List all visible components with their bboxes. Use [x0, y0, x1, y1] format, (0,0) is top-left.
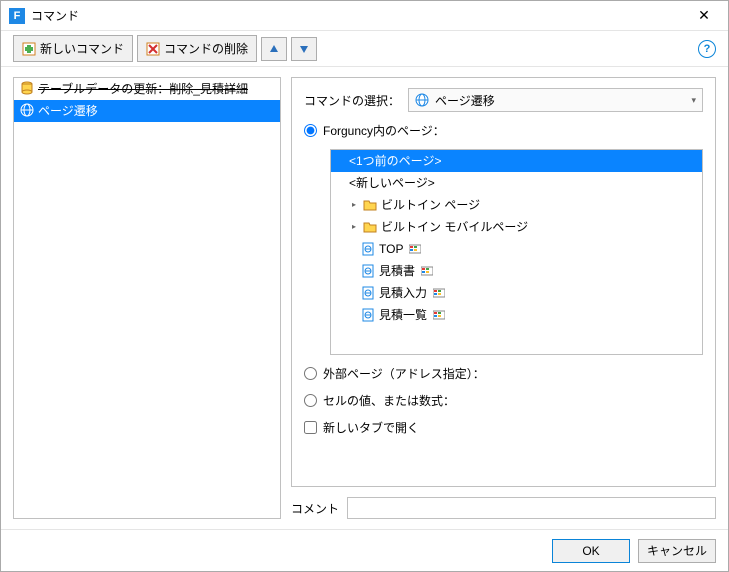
tree-item-label: 見積入力: [379, 285, 427, 301]
right-main: コマンドの選択： ページ遷移 ▾ Forguncy内のページ： <1つ前のページ…: [291, 77, 716, 487]
command-list-item-label: テーブルデータの更新：削除_見積詳細: [38, 82, 248, 96]
comment-input[interactable]: [347, 497, 716, 519]
globe-icon: [415, 93, 429, 107]
tree-item-label: <新しいページ>: [349, 175, 435, 191]
tree-item[interactable]: <新しいページ>: [331, 172, 702, 194]
grid-badge-icon: [421, 265, 433, 277]
tree-item-label: 見積一覧: [379, 307, 427, 323]
help-button[interactable]: ?: [698, 40, 716, 58]
command-select-label: コマンドの選択：: [304, 92, 400, 109]
forguncy-block: <1つ前のページ> <新しいページ> ▸ ビルトイン ページ ▸ ビルトイン モバイルペー…: [304, 149, 703, 355]
command-list-item[interactable]: ページ遷移: [14, 100, 280, 122]
move-down-button[interactable]: [291, 37, 317, 61]
radio-forguncy-label: Forguncy内のページ：: [323, 122, 445, 139]
new-command-label: 新しいコマンド: [40, 40, 124, 57]
tree-item-label: TOP: [379, 241, 403, 257]
command-list-item[interactable]: テーブルデータの更新：削除_見積詳細: [14, 78, 280, 100]
page-tree[interactable]: <1つ前のページ> <新しいページ> ▸ ビルトイン ページ ▸ ビルトイン モバイルペー…: [330, 149, 703, 355]
tree-item[interactable]: TOP: [331, 238, 702, 260]
cancel-button[interactable]: キャンセル: [638, 539, 716, 563]
tree-item[interactable]: 見積一覧: [331, 304, 702, 326]
folder-icon: [363, 220, 377, 234]
grid-badge-icon: [433, 287, 445, 299]
toolbar: 新しいコマンド コマンドの削除 ?: [1, 31, 728, 67]
radio-cell-input[interactable]: [304, 394, 317, 407]
tree-item[interactable]: 見積入力: [331, 282, 702, 304]
window-title: コマンド: [31, 7, 688, 24]
triangle-down-icon: [299, 44, 309, 54]
page-icon: [361, 264, 375, 278]
expander-icon[interactable]: ▸: [349, 197, 359, 213]
command-select-value: ページ遷移: [435, 92, 495, 109]
page-icon: [361, 286, 375, 300]
radio-external-page[interactable]: 外部ページ（アドレス指定）：: [304, 365, 703, 382]
radio-cell-label: セルの値、または数式：: [323, 392, 455, 409]
page-icon: [361, 242, 375, 256]
radio-forguncy-input[interactable]: [304, 124, 317, 137]
globe-icon: [20, 103, 34, 117]
expander-icon[interactable]: ▸: [349, 219, 359, 235]
titlebar: F コマンド ✕: [1, 1, 728, 31]
right-panel: コマンドの選択： ページ遷移 ▾ Forguncy内のページ： <1つ前のページ…: [291, 77, 716, 519]
radio-forguncy-page[interactable]: Forguncy内のページ：: [304, 122, 703, 139]
folder-icon: [363, 198, 377, 212]
radio-external-label: 外部ページ（アドレス指定）：: [323, 365, 485, 382]
chevron-down-icon: ▾: [691, 95, 696, 106]
tree-item[interactable]: <1つ前のページ>: [331, 150, 702, 172]
delete-command-button[interactable]: コマンドの削除: [137, 35, 257, 62]
delete-command-icon: [146, 42, 160, 56]
grid-badge-icon: [409, 243, 421, 255]
delete-command-label: コマンドの削除: [164, 40, 248, 57]
db-icon: [20, 81, 34, 95]
app-icon: F: [9, 8, 25, 24]
comment-row: コメント: [291, 497, 716, 519]
tree-item[interactable]: ▸ ビルトイン モバイルページ: [331, 216, 702, 238]
radio-external-input[interactable]: [304, 367, 317, 380]
ok-button[interactable]: OK: [552, 539, 630, 563]
dialog-body: テーブルデータの更新：削除_見積詳細ページ遷移 コマンドの選択： ページ遷移 ▾: [1, 67, 728, 529]
tree-item-label: ビルトイン モバイルページ: [381, 219, 528, 235]
tree-item-label: ビルトイン ページ: [381, 197, 480, 213]
tree-item-label: 見積書: [379, 263, 415, 279]
command-select-row: コマンドの選択： ページ遷移 ▾: [304, 88, 703, 112]
command-select[interactable]: ページ遷移 ▾: [408, 88, 703, 112]
tree-item[interactable]: 見積書: [331, 260, 702, 282]
page-icon: [361, 308, 375, 322]
comment-label: コメント: [291, 500, 339, 517]
new-command-icon: [22, 42, 36, 56]
command-list-item-label: ページ遷移: [38, 104, 98, 118]
grid-badge-icon: [433, 309, 445, 321]
checkbox-new-tab[interactable]: 新しいタブで開く: [304, 419, 703, 436]
close-button[interactable]: ✕: [688, 7, 720, 24]
command-list: テーブルデータの更新：削除_見積詳細ページ遷移: [13, 77, 281, 519]
checkbox-new-tab-input[interactable]: [304, 421, 317, 434]
checkbox-new-tab-label: 新しいタブで開く: [323, 419, 419, 436]
tree-item-label: <1つ前のページ>: [349, 153, 441, 169]
footer: OK キャンセル: [1, 529, 728, 571]
dialog-window: F コマンド ✕ 新しいコマンド コマンドの削除 ? テーブルデータの更新：削除…: [0, 0, 729, 572]
tree-item[interactable]: ▸ ビルトイン ページ: [331, 194, 702, 216]
triangle-up-icon: [269, 44, 279, 54]
radio-cell-formula[interactable]: セルの値、または数式：: [304, 392, 703, 409]
new-command-button[interactable]: 新しいコマンド: [13, 35, 133, 62]
move-up-button[interactable]: [261, 37, 287, 61]
